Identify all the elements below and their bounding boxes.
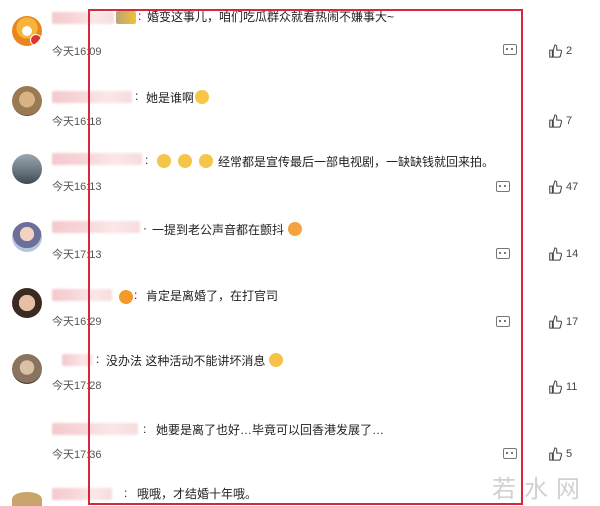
comment-text-content: 一提到老公声音都在颤抖	[152, 223, 285, 237]
thumbs-up-icon	[549, 180, 562, 194]
comment-item: : 没办法 这种活动不能讲坏消息 今天17:28 11	[0, 346, 600, 406]
avatar[interactable]	[12, 354, 42, 384]
colon: :	[138, 9, 142, 23]
like-count: 2	[566, 45, 573, 57]
username-blurred[interactable]	[52, 221, 140, 233]
colon: :	[143, 422, 147, 436]
avatar[interactable]	[12, 86, 42, 116]
username-blurred[interactable]	[62, 354, 92, 366]
comment-time: 今天16:09	[52, 46, 102, 58]
comment-time: 今天17:28	[52, 380, 102, 392]
watermark-text: 若水网	[492, 475, 588, 503]
smirk-emoji-icon	[269, 353, 284, 367]
comment-text: 她是谁啊	[146, 90, 210, 105]
like-count: 11	[566, 381, 578, 393]
comment-text: 经常都是宣传最后一部电视剧，一缺缺钱就回来拍。	[156, 154, 494, 169]
thumbs-up-icon	[549, 44, 562, 58]
thumbs-up-icon	[549, 247, 562, 261]
comment-text: 肯定是离婚了，在打官司	[146, 289, 279, 303]
comment-item: : 她要是离了也好…毕竟可以回香港发展了… 今天17:36 5	[0, 412, 600, 464]
like-count: 7	[566, 115, 573, 127]
colon: :	[135, 89, 139, 103]
cat-emoji-icon	[199, 154, 213, 168]
avatar[interactable]	[12, 16, 42, 46]
colon: :	[124, 486, 128, 500]
thumbs-up-icon	[549, 447, 562, 461]
like-count: 17	[566, 316, 579, 328]
badge-icon	[116, 11, 136, 24]
colon: :	[145, 153, 149, 167]
comment-time: 今天16:29	[52, 316, 102, 328]
kiss-emoji-icon	[288, 222, 303, 236]
colon: :	[134, 288, 138, 302]
grin-emoji-icon	[195, 90, 210, 104]
reply-icon[interactable]	[496, 316, 510, 327]
avatar[interactable]	[12, 222, 42, 252]
comment-text: 婚变这事儿，咱们吃瓜群众就看热闹不嫌事大~	[147, 10, 395, 24]
username-blurred[interactable]	[52, 289, 112, 301]
comment-item: : 婚变这事儿，咱们吃瓜群众就看热闹不嫌事大~ 今天16:09 2	[0, 0, 600, 62]
comment-item: · 一提到老公声音都在颤抖 今天17:13 14	[0, 210, 600, 270]
comment-text-content: 经常都是宣传最后一部电视剧，一缺缺钱就回来拍。	[218, 155, 495, 169]
comment-text-content: 没办法 这种活动不能讲坏消息	[106, 354, 266, 368]
comment-text: 她要是离了也好…毕竟可以回香港发展了…	[156, 423, 385, 437]
comment-item: : 肯定是离婚了，在打官司 今天16:29 17	[0, 278, 600, 340]
cat-emoji-icon	[178, 154, 192, 168]
comment-text: 一提到老公声音都在颤抖	[152, 222, 303, 237]
username-blurred[interactable]	[52, 488, 112, 500]
username-blurred[interactable]	[52, 153, 142, 165]
comment-text: 没办法 这种活动不能讲坏消息	[106, 353, 284, 368]
colon: ·	[143, 221, 147, 235]
comment-text: 哦哦，才结婚十年哦。	[137, 487, 258, 501]
comment-text-content: 她是谁啊	[146, 91, 195, 105]
avatar[interactable]	[12, 492, 42, 506]
comment-time: 今天16:18	[52, 116, 102, 128]
username-blurred[interactable]	[52, 91, 132, 103]
comment-item: : 她是谁啊 今天16:18 7	[0, 70, 600, 130]
reply-icon[interactable]	[503, 44, 517, 55]
reply-icon[interactable]	[503, 448, 517, 459]
like-count: 5	[566, 448, 573, 460]
comment-item: : 经常都是宣传最后一部电视剧，一缺缺钱就回来拍。 今天16:13 47	[0, 140, 600, 202]
like-count: 47	[566, 181, 579, 193]
like-count: 14	[566, 248, 579, 260]
thumbs-up-icon	[549, 315, 562, 329]
thumbs-up-icon	[549, 114, 562, 128]
cat-emoji-icon	[157, 154, 171, 168]
avatar[interactable]	[12, 288, 42, 318]
colon: :	[96, 352, 100, 366]
fire-emoji-icon	[119, 290, 133, 304]
thumbs-up-icon	[549, 380, 562, 394]
reply-icon[interactable]	[496, 181, 510, 192]
reply-icon[interactable]	[496, 248, 510, 259]
comment-time: 今天17:36	[52, 449, 102, 461]
comment-time: 今天17:13	[52, 249, 102, 261]
username-blurred[interactable]	[52, 423, 138, 435]
avatar[interactable]	[12, 154, 42, 184]
username-blurred[interactable]	[52, 12, 114, 24]
comment-time: 今天16:13	[52, 181, 102, 193]
